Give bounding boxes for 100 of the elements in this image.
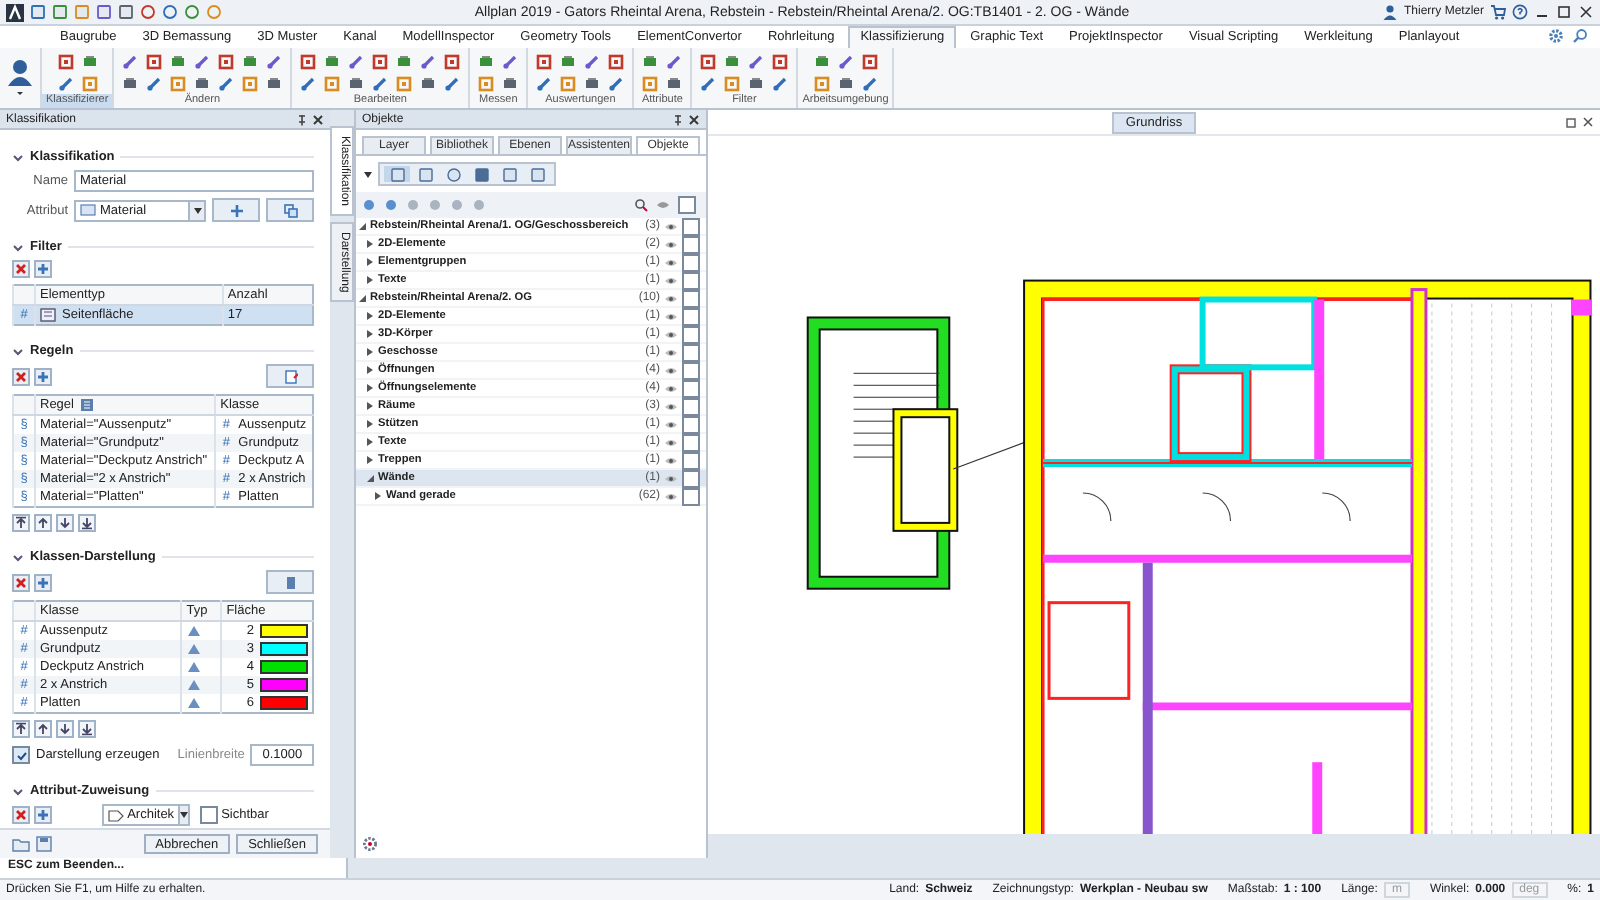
eye-icon[interactable] — [664, 365, 678, 375]
pencil-icon[interactable] — [861, 76, 878, 92]
collapse-icon[interactable] — [12, 345, 24, 357]
block-icon[interactable] — [584, 76, 601, 92]
delete-icon[interactable] — [12, 260, 30, 278]
eye-icon[interactable] — [664, 257, 678, 267]
frame-icon[interactable] — [478, 76, 495, 92]
frame-icon[interactable] — [724, 76, 741, 92]
frame-icon[interactable] — [536, 54, 553, 70]
frame-icon[interactable] — [170, 76, 187, 92]
expand-icon[interactable] — [366, 366, 374, 374]
pin-icon[interactable] — [672, 113, 684, 125]
pencil-icon[interactable] — [194, 54, 211, 70]
pencil-icon[interactable] — [584, 54, 601, 70]
block-icon[interactable] — [724, 54, 741, 70]
collapse-icon[interactable] — [358, 222, 366, 230]
block-icon[interactable] — [420, 76, 437, 92]
block-icon[interactable] — [122, 76, 139, 92]
collapse-icon[interactable] — [12, 551, 24, 563]
frame-icon[interactable] — [396, 76, 413, 92]
help-icon[interactable] — [1512, 4, 1528, 20]
pencil-icon[interactable] — [700, 76, 717, 92]
collapse-icon[interactable] — [12, 151, 24, 163]
frame-icon[interactable] — [772, 54, 789, 70]
move-down-icon[interactable] — [56, 720, 74, 738]
block-icon[interactable] — [813, 54, 830, 70]
checkbox[interactable] — [12, 746, 30, 764]
float-icon[interactable] — [1566, 116, 1578, 128]
checkbox[interactable] — [199, 806, 218, 824]
frame-icon[interactable] — [560, 76, 577, 92]
search-icon[interactable] — [634, 198, 648, 212]
eye-icon[interactable] — [664, 491, 678, 501]
plus-icon[interactable] — [34, 367, 52, 385]
frame-icon[interactable] — [642, 76, 659, 92]
settings-icon[interactable] — [362, 836, 378, 852]
frame-icon[interactable] — [300, 54, 317, 70]
frame-icon[interactable] — [218, 54, 235, 70]
expand-icon[interactable] — [366, 402, 374, 410]
block-icon[interactable] — [396, 54, 413, 70]
pencil-icon[interactable] — [266, 54, 283, 70]
pencil-icon[interactable] — [608, 76, 625, 92]
move-up-icon[interactable] — [34, 514, 52, 532]
pencil-icon[interactable] — [218, 76, 235, 92]
eye-icon[interactable] — [664, 221, 678, 231]
pencil-icon[interactable] — [772, 76, 789, 92]
collapse-icon[interactable] — [12, 785, 24, 797]
close-icon[interactable] — [1582, 116, 1594, 128]
eye-icon[interactable] — [664, 401, 678, 411]
block-icon[interactable] — [242, 54, 259, 70]
frame-icon[interactable] — [608, 54, 625, 70]
expand-icon[interactable] — [366, 456, 374, 464]
plus-icon[interactable] — [34, 806, 52, 824]
block-icon[interactable] — [478, 54, 495, 70]
frame-icon[interactable] — [146, 54, 163, 70]
eye-icon[interactable] — [664, 419, 678, 429]
expand-icon[interactable] — [366, 330, 374, 338]
block-icon[interactable] — [194, 76, 211, 92]
edit-button[interactable] — [266, 364, 314, 388]
frame-icon[interactable] — [444, 54, 461, 70]
collapse-icon[interactable] — [358, 294, 366, 302]
frame-icon[interactable] — [813, 76, 830, 92]
expand-icon[interactable] — [366, 384, 374, 392]
move-bottom-icon[interactable] — [78, 720, 96, 738]
pencil-icon[interactable] — [372, 76, 389, 92]
maximize-icon[interactable] — [1556, 4, 1572, 20]
pencil-icon[interactable] — [300, 76, 317, 92]
eye-icon[interactable] — [664, 347, 678, 357]
move-top-icon[interactable] — [12, 514, 30, 532]
expand-icon[interactable] — [366, 420, 374, 428]
eye-icon[interactable] — [664, 275, 678, 285]
frame-icon[interactable] — [81, 76, 98, 92]
eye-icon[interactable] — [664, 311, 678, 321]
eye-icon[interactable] — [664, 455, 678, 465]
block-icon[interactable] — [266, 76, 283, 92]
pencil-icon[interactable] — [748, 54, 765, 70]
eye-icon[interactable] — [664, 239, 678, 249]
move-up-icon[interactable] — [34, 720, 52, 738]
pencil-icon[interactable] — [536, 76, 553, 92]
move-bottom-icon[interactable] — [78, 514, 96, 532]
eye-icon[interactable] — [664, 437, 678, 447]
eye-icon[interactable] — [664, 293, 678, 303]
block-icon[interactable] — [81, 54, 98, 70]
eye-icon[interactable] — [664, 473, 678, 483]
person-icon[interactable] — [6, 58, 34, 98]
frame-icon[interactable] — [700, 54, 717, 70]
block-icon[interactable] — [170, 54, 187, 70]
move-down-icon[interactable] — [56, 514, 74, 532]
pencil-icon[interactable] — [502, 54, 519, 70]
frame-icon[interactable] — [372, 54, 389, 70]
settings-icon[interactable] — [1548, 28, 1564, 44]
close-icon[interactable] — [312, 113, 324, 125]
add-button[interactable] — [212, 198, 260, 222]
plus-icon[interactable] — [34, 573, 52, 591]
frame-icon[interactable] — [242, 76, 259, 92]
eye-icon[interactable] — [664, 383, 678, 393]
block-icon[interactable] — [666, 76, 683, 92]
pencil-icon[interactable] — [837, 54, 854, 70]
pencil-icon[interactable] — [122, 54, 139, 70]
block-icon[interactable] — [837, 76, 854, 92]
block-icon[interactable] — [642, 54, 659, 70]
